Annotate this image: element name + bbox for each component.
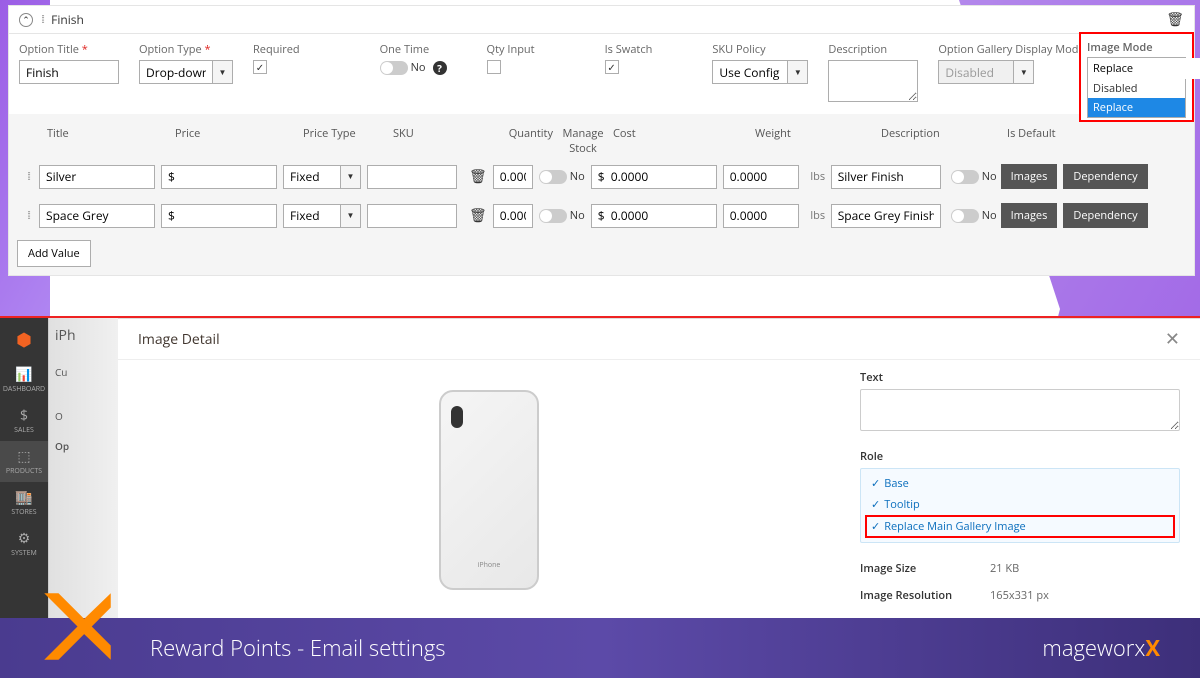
image-mode-dropdown[interactable]: ▲ Disabled Replace [1087,57,1186,118]
text-label: Text [860,370,1180,385]
required-label: Required [253,42,300,57]
option-panel: ⌃ ⁞⁞ Finish 🗑 Option Title * Option Type… [8,5,1195,276]
value-row: ⁞⁞ ▼ 🗑 No lbs No Images Dependency [17,201,1186,230]
image-mode-option-replace[interactable]: Replace [1088,98,1185,117]
gallery-label: Option Gallery Display Mode [938,42,1038,57]
value-qty-input[interactable] [493,165,533,189]
weight-unit: lbs [805,208,831,223]
text-textarea[interactable] [860,389,1180,431]
value-row: ⁞⁞ ▼ 🗑 No lbs No Images Dependency [17,162,1186,191]
images-button[interactable]: Images [1001,164,1058,189]
panel-header: ⌃ ⁞⁞ Finish 🗑 [9,6,1194,34]
role-tooltip[interactable]: ✓Tooltip [865,494,1175,515]
onetime-label: One Time [380,42,447,57]
collapse-icon[interactable]: ⌃ [19,13,33,27]
footer-brand: mageworxX [1042,633,1160,663]
value-qty-input[interactable] [493,204,533,228]
gallery-select [938,60,1014,84]
image-mode-select[interactable] [1088,58,1200,79]
chevron-down-icon[interactable]: ▼ [788,60,808,84]
weight-unit: lbs [805,169,831,184]
footer-title: Reward Points - Email settings [150,633,446,663]
image-res-label: Image Resolution [860,588,990,603]
price-type-select[interactable] [283,165,341,189]
value-price-input[interactable] [161,204,277,228]
sidebar-item-system[interactable]: ⚙SYSTEM [0,523,48,564]
role-replace-main[interactable]: ✓Replace Main Gallery Image [865,515,1175,538]
manage-stock-toggle[interactable] [539,209,567,223]
option-type-label: Option Type * [139,42,233,57]
role-selector: ✓Base ✓Tooltip ✓Replace Main Gallery Ima… [860,468,1180,543]
chevron-down-icon[interactable]: ▼ [341,165,361,189]
trash-icon[interactable]: 🗑 [469,206,487,225]
option-type-select[interactable] [139,60,213,84]
drag-icon[interactable]: ⁞⁞ [17,208,39,223]
close-icon[interactable]: ✕ [1165,327,1180,351]
dependency-button[interactable]: Dependency [1063,203,1147,228]
image-size-label: Image Size [860,561,990,576]
dependency-button[interactable]: Dependency [1063,164,1147,189]
value-desc-input[interactable] [831,165,941,189]
image-mode-highlight: Image Mode ▲ Disabled Replace [1079,32,1194,122]
qty-label: Qty Input [487,42,535,57]
swatch-checkbox[interactable]: ✓ [605,60,619,74]
chevron-down-icon: ▼ [1014,60,1034,84]
footer-bar: Reward Points - Email settings mageworxX [0,618,1200,678]
product-image-preview: iPhone [138,370,840,609]
panel-title: Finish [51,11,84,28]
sidebar-item-stores[interactable]: 🏬STORES [0,482,48,523]
description-label: Description [828,42,918,57]
modal-title: Image Detail [138,330,220,349]
sku-policy-label: SKU Policy [712,42,808,57]
image-res-value: 165x331 px [990,588,1049,603]
value-desc-input[interactable] [831,204,941,228]
value-sku-input[interactable] [367,204,457,228]
sku-policy-select[interactable] [712,60,788,84]
swatch-label: Is Swatch [605,42,653,57]
value-price-input[interactable] [161,165,277,189]
required-checkbox[interactable]: ✓ [253,60,267,74]
option-title-label: Option Title * [19,42,119,57]
trash-icon[interactable]: 🗑 [1166,10,1184,29]
trash-icon[interactable]: 🗑 [469,167,487,186]
add-value-button[interactable]: Add Value [17,240,91,267]
manage-stock-toggle[interactable] [539,170,567,184]
sidebar-item-sales[interactable]: $SALES [0,400,48,441]
sidebar-logo[interactable]: ⬢ [0,322,48,359]
option-config-row: Option Title * Option Type * ▼ Required … [9,34,1194,114]
image-mode-options: Disabled Replace [1088,79,1185,117]
image-mode-option-disabled[interactable]: Disabled [1088,79,1185,98]
drag-icon[interactable]: ⁞⁞ [17,169,39,184]
mageworx-x-icon [30,579,125,674]
value-cost-input[interactable] [591,165,717,189]
description-textarea[interactable] [828,60,918,102]
drag-icon[interactable]: ⁞⁞ [41,12,43,27]
onetime-value: No [411,60,426,75]
image-size-value: 21 KB [990,561,1019,576]
isdefault-toggle[interactable] [951,209,979,223]
value-weight-input[interactable] [723,204,799,228]
help-icon[interactable]: ? [433,61,447,75]
values-header: Title Price Price Type SKU Quantity Mana… [17,122,1186,162]
value-sku-input[interactable] [367,165,457,189]
image-mode-label: Image Mode [1087,40,1153,55]
chevron-down-icon[interactable]: ▼ [341,204,361,228]
price-type-select[interactable] [283,204,341,228]
value-title-input[interactable] [39,204,155,228]
sidebar-item-products[interactable]: ⬚PRODUCTS [0,441,48,482]
qty-checkbox[interactable] [487,60,501,74]
values-area: Title Price Price Type SKU Quantity Mana… [9,114,1194,275]
chevron-down-icon[interactable]: ▼ [213,60,233,84]
isdefault-toggle[interactable] [951,170,979,184]
value-weight-input[interactable] [723,165,799,189]
value-title-input[interactable] [39,165,155,189]
onetime-toggle[interactable] [380,61,408,75]
value-cost-input[interactable] [591,204,717,228]
images-button[interactable]: Images [1001,203,1058,228]
sidebar-item-dashboard[interactable]: 📊DASHBOARD [0,359,48,400]
role-label: Role [860,449,1180,464]
role-base[interactable]: ✓Base [865,473,1175,494]
image-meta: Text Role ✓Base ✓Tooltip ✓Replace Main G… [860,370,1180,609]
option-title-input[interactable] [19,60,119,84]
